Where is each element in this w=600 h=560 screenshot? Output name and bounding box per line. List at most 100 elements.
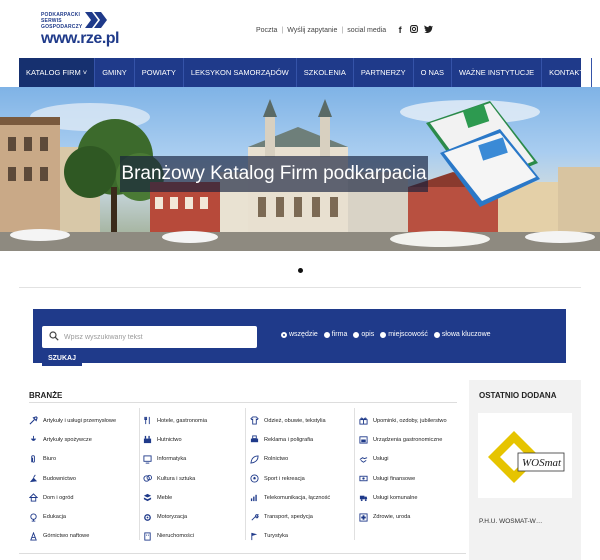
leaf-icon <box>250 455 259 464</box>
company-name-link[interactable]: P.H.U. WOSMAT-W… <box>479 518 542 525</box>
category-hotele-gastronomia[interactable]: Hotele, gastronomia <box>143 411 243 430</box>
category-telekomunikacja-lacznosc[interactable]: Telekomunikacja, łączność <box>250 488 350 507</box>
industries-column-2: Hotele, gastronomia Hutnictwo Informatyk… <box>143 411 243 546</box>
top-links: Poczta | Wyślij zapytanie | social media… <box>256 25 434 35</box>
category-uslugi[interactable]: Usługi <box>359 450 459 469</box>
category-dom-i-ogrod[interactable]: Dom i ogród <box>29 488 129 507</box>
industries-title: BRANŻE <box>29 391 63 400</box>
category-artykuly-spozywcze[interactable]: Artykuły spożywcze <box>29 430 129 449</box>
catalog-books-image <box>426 101 540 207</box>
factory-icon <box>143 436 152 444</box>
category-meble[interactable]: Meble <box>143 488 243 507</box>
site-logo[interactable]: PODKARPACKI SERWIS GOSPODARCZY www.rze.p… <box>41 10 121 47</box>
main-nav: KATALOG FIRM ˅ GMINY POWIATY LEKSYKON SA… <box>19 58 592 87</box>
radio-circle <box>281 331 287 338</box>
radio-miejscowosc[interactable]: miejscowość <box>380 331 428 338</box>
recently-added-panel: OSTATNIO DODANA WOSmat P.H.U. WOSMAT-W… <box>469 380 581 560</box>
search-panel: wszędzie firma opis miejscowość słowa kl… <box>33 309 566 363</box>
hero-title: Branżowy Katalog Firm podkarpacia <box>120 156 428 192</box>
shirt-icon <box>250 416 259 425</box>
facebook-icon[interactable]: f <box>396 25 404 35</box>
category-informatyka[interactable]: Informatyka <box>143 450 243 469</box>
column-divider <box>354 408 355 540</box>
hero-banner: Branżowy Katalog Firm podkarpacia <box>0 87 600 251</box>
building-icon <box>144 532 151 541</box>
signal-icon <box>250 495 257 502</box>
radio-slowa-kluczowe[interactable]: słowa kluczowe <box>433 331 491 338</box>
stove-icon <box>359 436 368 444</box>
category-rolnictwo[interactable]: Rolnictwo <box>250 450 350 469</box>
paperclip-icon <box>31 455 35 463</box>
category-reklama-i-poligrafia[interactable]: Reklama i poligrafia <box>250 430 350 449</box>
category-turystyka[interactable]: Turystyka <box>250 527 350 546</box>
social-media-label: social media <box>347 26 387 34</box>
logo-domain: www.rze.pl <box>41 30 119 47</box>
search-icon <box>49 331 59 341</box>
poczta-link[interactable]: Poczta <box>256 27 277 34</box>
section-bottom-line <box>19 553 466 554</box>
nav-gminy[interactable]: GMINY <box>95 58 135 87</box>
search-field[interactable] <box>42 326 257 348</box>
nav-kontakt[interactable]: KONTAKT <box>542 58 592 87</box>
nav-powiaty[interactable]: POWIATY <box>135 58 184 87</box>
category-gornictwo-naftowe[interactable]: Górnictwo naftowe <box>29 527 129 546</box>
instagram-icon[interactable] <box>410 25 419 35</box>
radio-opis[interactable]: opis <box>353 331 374 338</box>
category-odziez-obuwie-tekstylia[interactable]: Odzież, obuwie, tekstylia <box>250 411 350 430</box>
category-hutnictwo[interactable]: Hutnictwo <box>143 430 243 449</box>
nav-o-nas[interactable]: O NAS <box>414 58 452 87</box>
furniture-icon <box>143 494 152 502</box>
separator: | <box>341 26 344 34</box>
radio-circle <box>433 331 440 338</box>
nav-leksykon-samorzadow[interactable]: LEKSYKON SAMORZĄDÓW <box>184 58 297 87</box>
industries-title-line <box>29 402 457 403</box>
slider-dots <box>0 260 600 278</box>
category-nieruchomosci[interactable]: Nieruchomości <box>143 527 243 546</box>
industries-column-3: Odzież, obuwie, tekstylia Reklama i poli… <box>250 411 350 546</box>
gift-icon <box>359 417 368 425</box>
nav-szkolenia[interactable]: SZKOLENIA <box>297 58 354 87</box>
slider-dot-active[interactable] <box>297 268 303 273</box>
category-edukacja[interactable]: Edukacja <box>29 507 129 526</box>
radio-circle <box>380 331 387 338</box>
category-sport-i-rekreacja[interactable]: Sport i rekreacja <box>250 469 350 488</box>
category-upominki-ozdoby-jubilerstwo[interactable]: Upominki, ozdoby, jubilerstwo <box>359 411 459 430</box>
search-scope-options: wszędzie firma opis miejscowość słowa kl… <box>281 331 491 338</box>
industries-column-4: Upominki, ozdoby, jubilerstwo Urządzenia… <box>359 411 459 527</box>
category-budownictwo[interactable]: Budownictwo <box>29 469 129 488</box>
category-motoryzacja[interactable]: Motoryzacja <box>143 507 243 526</box>
wosmat-logo-image: WOSmat <box>488 431 565 483</box>
radio-firma[interactable]: firma <box>323 331 347 338</box>
cutlery-icon <box>144 417 150 425</box>
twitter-icon[interactable] <box>424 25 434 35</box>
house-icon <box>29 493 38 502</box>
category-kultura-i-sztuka[interactable]: Kultura i sztuka <box>143 469 243 488</box>
nav-wazne-instytucje[interactable]: WAŻNE INSTYTUCJE <box>452 58 543 87</box>
send-inquiry-link[interactable]: Wyślij zapytanie <box>287 27 337 34</box>
company-logo[interactable]: WOSmat <box>478 413 572 498</box>
category-uslugi-komunalne[interactable]: Usługi komunalne <box>359 488 459 507</box>
separator: | <box>281 26 284 34</box>
food-icon <box>30 436 37 442</box>
column-divider <box>245 408 246 540</box>
category-transport-spedycja[interactable]: Transport, spedycja <box>250 507 350 526</box>
search-button[interactable]: SZUKAJ <box>42 352 82 366</box>
column-divider <box>139 408 140 540</box>
category-urzadzenia-gastronomiczne[interactable]: Urządzenia gastronomiczne <box>359 430 459 449</box>
section-divider <box>19 287 581 288</box>
category-uslugi-finansowe[interactable]: Usługi finansowe <box>359 469 459 488</box>
wosmat-logo-text: WOSmat <box>522 457 562 469</box>
theater-masks-icon <box>143 474 152 482</box>
category-biuro[interactable]: Biuro <box>29 450 129 469</box>
oil-derrick-icon <box>30 531 37 541</box>
nav-katalog-firm[interactable]: KATALOG FIRM ˅ <box>19 58 96 87</box>
recently-added-title: OSTATNIO DODANA <box>479 391 557 400</box>
banknote-icon <box>359 475 368 482</box>
search-input[interactable] <box>64 329 249 345</box>
printer-icon <box>250 435 259 443</box>
category-zdrowie-uroda[interactable]: Zdrowie, uroda <box>359 507 459 526</box>
radio-wszedzie[interactable]: wszędzie <box>281 331 318 338</box>
medical-cross-icon <box>359 513 368 522</box>
category-artykuly-uslugi-przemyslowe[interactable]: Artykuły i usługi przemysłowe <box>29 411 129 430</box>
nav-partnerzy[interactable]: PARTNERZY <box>354 58 414 87</box>
